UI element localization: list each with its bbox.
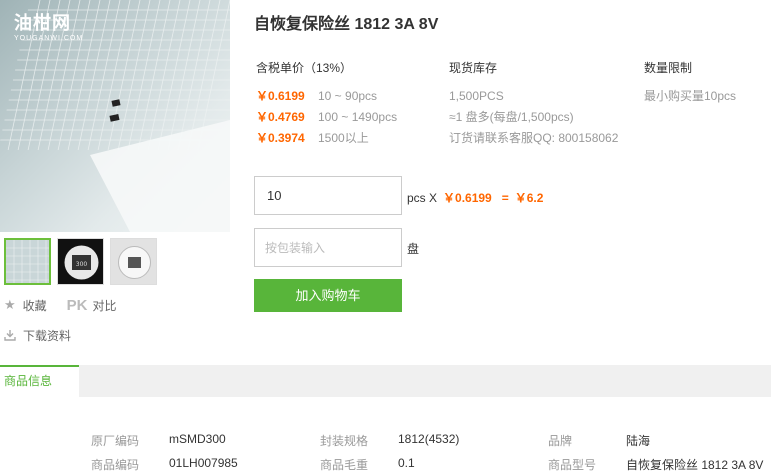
spec-value: 01LH007985	[169, 456, 238, 470]
pk-icon: PK	[66, 296, 88, 314]
stock-column: 现货库存 1,500PCS ≈1 盘多(每盘/1,500pcs) 订货请联系客服…	[449, 59, 618, 148]
price-tier: ￥0.6199 10 ~ 90pcs	[256, 85, 397, 106]
spec-item: 商品毛重 0.1	[320, 456, 415, 473]
spec-value: 自恢复保险丝 1812 3A 8V	[626, 458, 764, 472]
spec-item: 封装规格 1812(4532)	[320, 432, 459, 449]
price-tier: ￥0.3974 1500以上	[256, 127, 397, 148]
tier-range: 1500以上	[318, 131, 369, 145]
spec-value: mSMD300	[169, 432, 226, 446]
limit-column: 数量限制 最小购买量10pcs	[644, 59, 736, 106]
quantity-input[interactable]	[254, 176, 402, 215]
stock-contact: 订货请联系客服QQ: 800158062	[449, 131, 619, 145]
unit-x: pcs X	[407, 190, 438, 205]
spec-value: 陆海	[626, 434, 651, 448]
favorite-label: 收藏	[22, 298, 47, 313]
tab-bar: 商品信息	[0, 365, 771, 397]
spec-item: 品牌 陆海	[548, 432, 650, 449]
main-product-image: 油柑网 YOUGANWI.COM	[0, 0, 230, 232]
pricing-column: 含税单价（13%） ￥0.6199 10 ~ 90pcs ￥0.4769 100…	[256, 59, 397, 148]
spec-key: 原厂编码	[91, 434, 140, 448]
compare-button[interactable]: PK 对比	[67, 297, 117, 314]
order-calc: pcs X ￥0.6199 = ￥6.2	[407, 189, 543, 206]
site-logo: 油柑网	[14, 13, 71, 33]
product-title: 自恢复保险丝 1812 3A 8V	[254, 16, 439, 33]
favorite-button[interactable]: ★ 收藏	[4, 297, 47, 314]
tier-range: 10 ~ 90pcs	[318, 88, 378, 103]
spec-key: 商品编码	[91, 458, 140, 472]
stock-qty: 1,500PCS	[449, 88, 504, 103]
download-icon	[4, 330, 16, 341]
thumbnail-1[interactable]	[4, 238, 51, 285]
thumbnail-strip: 300	[4, 238, 157, 285]
add-to-cart-button[interactable]: 加入购物车	[254, 279, 402, 312]
price-tier: ￥0.4769 100 ~ 1490pcs	[256, 106, 397, 127]
stock-header: 现货库存	[449, 61, 498, 75]
thumbnail-2[interactable]: 300	[57, 238, 104, 285]
spec-key: 商品毛重	[320, 458, 369, 472]
tier-range: 100 ~ 1490pcs	[318, 109, 398, 124]
stock-per-reel: ≈1 盘多(每盘/1,500pcs)	[449, 110, 574, 124]
tier-price: ￥0.6199	[256, 89, 305, 103]
package-unit: 盘	[407, 242, 420, 256]
tab-product-info[interactable]: 商品信息	[0, 365, 79, 397]
download-button[interactable]: 下载资料	[4, 327, 117, 343]
spec-key: 封装规格	[320, 434, 369, 448]
star-icon: ★	[4, 297, 16, 312]
site-logo-subtitle: YOUGANWI.COM	[14, 35, 84, 42]
package-input[interactable]	[254, 228, 402, 267]
spec-item: 商品编码 01LH007985	[91, 456, 238, 473]
limit-header: 数量限制	[644, 61, 693, 75]
equals-sign: =	[501, 190, 509, 205]
spec-key: 品牌	[548, 434, 573, 448]
spec-item: 原厂编码 mSMD300	[91, 432, 226, 449]
order-total: ￥6.2	[514, 191, 544, 205]
thumbnail-3[interactable]	[110, 238, 157, 285]
download-label: 下载资料	[23, 328, 72, 343]
tier-price: ￥0.3974	[256, 131, 305, 145]
compare-label: 对比	[92, 298, 117, 313]
unit-price: ￥0.6199	[443, 191, 492, 205]
spec-item: 商品型号 自恢复保险丝 1812 3A 8V	[548, 456, 763, 473]
tier-price: ￥0.4769	[256, 110, 305, 124]
side-actions: ★ 收藏 PK 对比 下载资料	[4, 297, 117, 343]
spec-value: 1812(4532)	[398, 432, 460, 446]
pricing-header: 含税单价（13%）	[256, 61, 353, 75]
min-order: 最小购买量10pcs	[644, 89, 737, 103]
spec-value: 0.1	[398, 456, 415, 470]
spec-key: 商品型号	[548, 458, 597, 472]
chip-marking: 300	[76, 261, 88, 268]
